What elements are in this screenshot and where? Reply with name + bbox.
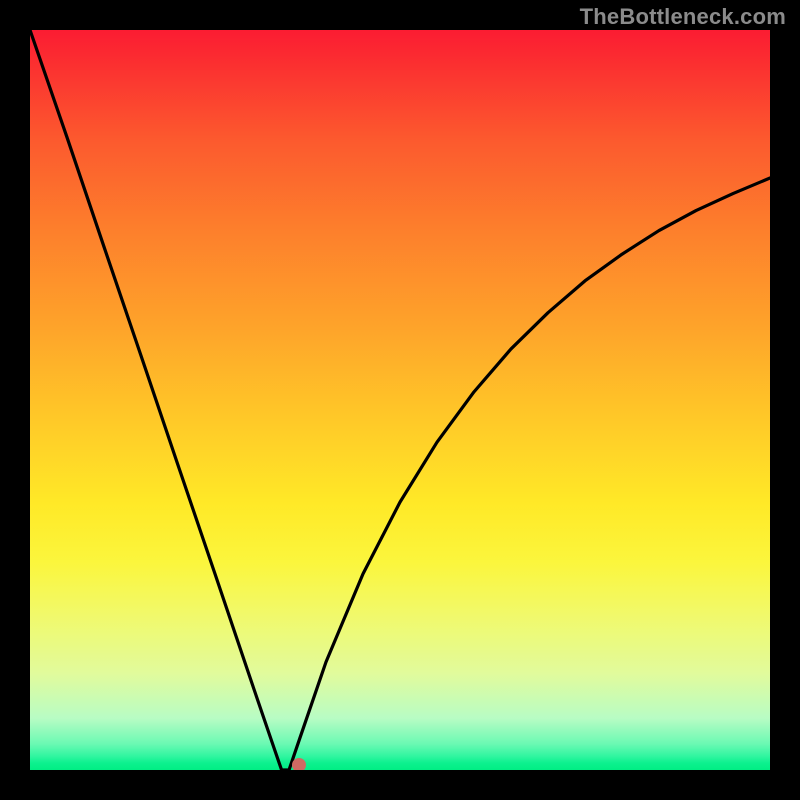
curve-line bbox=[30, 30, 770, 770]
chart-figure: TheBottleneck.com bbox=[0, 0, 800, 800]
valley-marker-dot bbox=[292, 758, 306, 770]
plot-area bbox=[30, 30, 770, 770]
watermark-text: TheBottleneck.com bbox=[580, 4, 786, 30]
